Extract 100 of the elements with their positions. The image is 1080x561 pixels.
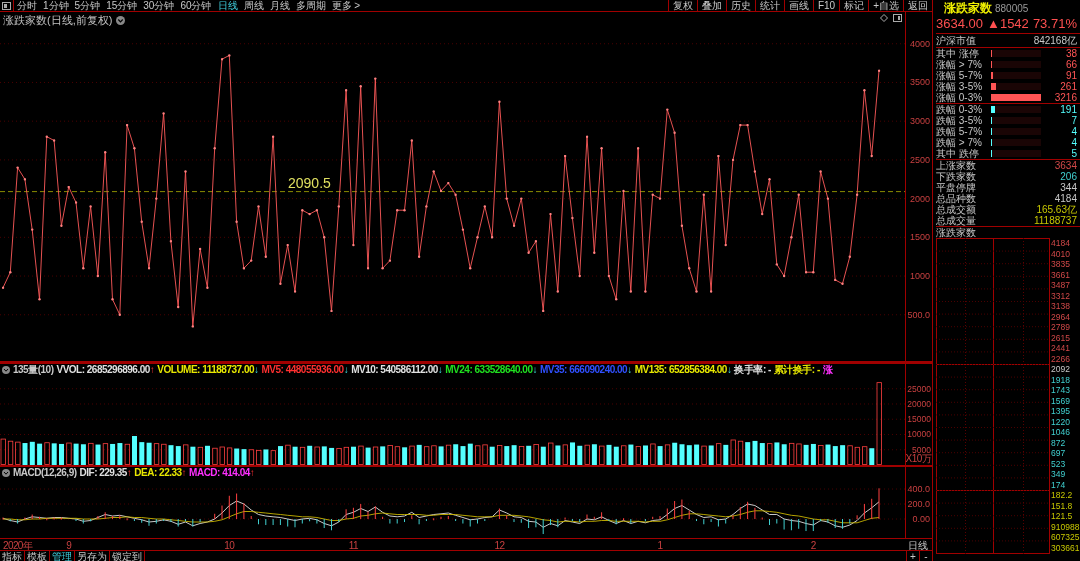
toolbar-button[interactable]: 复权 — [667, 0, 697, 11]
scale-label: 872 — [1051, 437, 1067, 448]
period-tab[interactable]: 分时 — [14, 0, 40, 11]
indicator-value: 换手率: - — [734, 364, 771, 376]
scale-label: 182.2 — [1051, 490, 1074, 501]
stat-value: 842168亿 — [1032, 35, 1077, 46]
range-label: 其中 跌停 — [936, 148, 980, 159]
trend-arrow: ↑ — [126, 467, 132, 479]
toolbar-button[interactable]: 历史 — [725, 0, 755, 11]
trend-arrow: ↓ — [343, 364, 349, 376]
period-tab[interactable]: 1分钟 — [40, 0, 72, 11]
bottom-tab[interactable]: 另存为 — [75, 551, 110, 561]
axis-label: 0.00 — [912, 514, 930, 525]
indicator-value: 涨 — [822, 364, 833, 376]
trend-arrow: ↓ — [627, 364, 632, 376]
indicator-value: MV135: 652856384.00 — [634, 364, 727, 376]
scale-label: 3138 — [1051, 301, 1071, 312]
trend-arrow: ↑ — [149, 364, 155, 376]
scale-label: 4184 — [1051, 238, 1071, 249]
range-label: 跌幅 > 7% — [936, 137, 983, 148]
axis-label: 3500 — [909, 77, 930, 88]
range-label: 涨幅 3-5% — [936, 81, 984, 92]
stat-value: 165.63亿 — [1035, 204, 1077, 215]
change-percent: 73.71% — [1032, 16, 1077, 31]
range-label: 跌幅 5-7% — [936, 126, 984, 137]
scale-label: 910988 — [1051, 521, 1080, 532]
more-menu[interactable]: 更多 > — [328, 0, 364, 11]
period-tab[interactable]: 30分钟 — [140, 0, 178, 11]
stat-label: 总品种数 — [936, 193, 977, 204]
stat-value: 3634 — [1053, 160, 1077, 171]
scale-label: 1220 — [1051, 416, 1071, 427]
axis-label: 1500 — [909, 232, 930, 243]
scale-label: 1918 — [1051, 374, 1071, 385]
count-value: 91 — [1064, 70, 1077, 81]
toolbar-button[interactable]: 返回 — [903, 0, 932, 11]
toolbar-button[interactable]: 标记 — [839, 0, 869, 11]
scale-label: 697 — [1051, 448, 1067, 459]
scale-label: 303661 — [1051, 542, 1080, 553]
axis-label: 5000 — [912, 444, 931, 455]
indicator-value: DIF: 229.35 — [79, 467, 127, 479]
period-tab[interactable]: 周线 — [240, 0, 267, 11]
chart-title: 涨跌家数 — [936, 227, 977, 238]
scale-label: 349 — [1051, 469, 1067, 480]
change: ▲1542 — [987, 16, 1029, 31]
indicator-name: 135量(10) — [13, 364, 54, 376]
toolbar-button[interactable]: 统计 — [754, 0, 784, 11]
indicator-value: 累计换手: - — [773, 364, 820, 376]
axis-label: 200.0 — [907, 499, 930, 509]
stat-value: 4184 — [1053, 193, 1077, 204]
period-label: 日线 — [908, 540, 928, 550]
scale-label: 1743 — [1051, 385, 1071, 396]
axis-label: 2000 — [909, 193, 930, 204]
toolbar-button[interactable]: F10 — [812, 0, 840, 11]
stat-label: 沪深市值 — [936, 35, 977, 46]
bottom-tab[interactable]: 管理 — [50, 551, 75, 561]
count-value: 38 — [1064, 48, 1077, 59]
scale-label: 121.5 — [1051, 511, 1074, 522]
scale-label: 151.8 — [1051, 500, 1074, 511]
period-tab[interactable]: 15分钟 — [103, 0, 141, 11]
period-tab[interactable]: 5分钟 — [71, 0, 104, 11]
scale-label: 2092 — [1051, 364, 1071, 375]
scale-label: 2441 — [1051, 343, 1071, 354]
bottom-tab[interactable]: 锁定到 — [110, 551, 145, 561]
scale-label: 3487 — [1051, 280, 1071, 291]
date-label: 10 — [224, 540, 235, 550]
toolbar-button[interactable]: 叠加 — [696, 0, 726, 11]
unit-label: X10万 — [905, 453, 931, 464]
period-tab[interactable]: 日线 — [214, 0, 241, 11]
count-value: 66 — [1064, 59, 1077, 70]
zoom-button[interactable]: - — [919, 551, 932, 561]
stat-label: 上涨家数 — [936, 160, 977, 171]
trend-arrow: ↑ — [181, 467, 187, 479]
axis-label: 15000 — [907, 414, 931, 425]
toolbar-button[interactable]: 画线 — [783, 0, 813, 11]
range-label: 涨幅 0-3% — [936, 92, 984, 103]
scale-label: 3835 — [1051, 259, 1071, 270]
period-tab[interactable]: 多周期 — [292, 0, 329, 11]
indicator-value: MV5: 448055936.00 — [261, 364, 344, 376]
bottom-tab[interactable]: 指标 — [0, 551, 25, 561]
range-label: 跌幅 0-3% — [936, 104, 984, 115]
trend-arrow: ↓ — [437, 364, 443, 376]
indicator-value: MV10: 540586112.00 — [351, 364, 438, 376]
axis-label: 20000 — [907, 399, 931, 409]
stat-value: 11188737 — [1033, 215, 1077, 226]
indicator-value: VOLUME: 11188737.00 — [157, 364, 254, 376]
stat-value: 206 — [1059, 171, 1077, 182]
scale-label: 1569 — [1051, 395, 1071, 406]
period-tab[interactable]: 60分钟 — [177, 0, 215, 11]
bottom-tab[interactable]: 模板 — [25, 551, 50, 561]
scale-label: 1046 — [1051, 427, 1071, 438]
trend-arrow: ↓ — [726, 364, 732, 376]
price: 3634.00 — [936, 16, 983, 31]
count-value: 4 — [1070, 126, 1077, 137]
zoom-button[interactable]: + — [906, 551, 919, 561]
date-label: 2020年 — [3, 540, 33, 550]
stat-label: 下跌家数 — [936, 171, 977, 182]
toolbar-button[interactable]: +自选 — [868, 0, 903, 11]
count-value: 5 — [1070, 148, 1077, 159]
period-tab[interactable]: 月线 — [266, 0, 293, 11]
range-label: 跌幅 3-5% — [936, 115, 984, 126]
